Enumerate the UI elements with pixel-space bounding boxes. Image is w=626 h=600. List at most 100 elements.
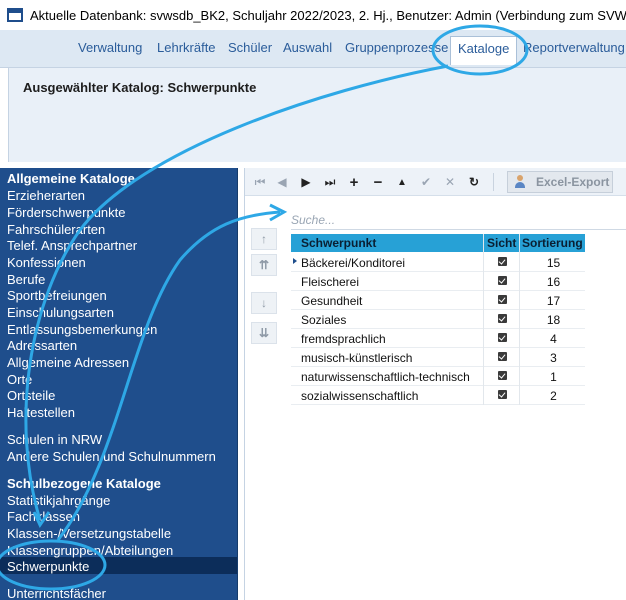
table-row[interactable]: sozialwissenschaftlich 2	[291, 386, 585, 405]
catalog-info-panel: Ausgewählter Katalog: Schwerpunkte	[8, 68, 626, 162]
table-row[interactable]: Bäckerei/Konditorei 15	[291, 253, 585, 272]
column-divider	[483, 234, 484, 405]
main-menu: Verwaltung Lehrkräfte Schüler Auswahl Gr…	[0, 30, 626, 68]
nav-group-schulbezogene-kataloge: Schulbezogene Kataloge	[7, 476, 161, 491]
table-row[interactable]: Soziales 18	[291, 310, 585, 329]
nav-item-orte[interactable]: Orte	[7, 372, 32, 387]
cell-sortierung[interactable]: 1	[522, 370, 585, 384]
table-row[interactable]: Gesundheit 17	[291, 291, 585, 310]
cell-schwerpunkt[interactable]: Fleischerei	[301, 275, 359, 289]
cell-schwerpunkt[interactable]: sozialwissenschaftlich	[301, 389, 418, 403]
excel-export-button[interactable]: Excel-Export	[507, 171, 613, 193]
column-header-schwerpunkt[interactable]: Schwerpunkt	[301, 236, 481, 250]
cell-schwerpunkt[interactable]: Soziales	[301, 313, 346, 327]
nav-item-fahrschuelerarten[interactable]: Fahrschülerarten	[7, 222, 105, 237]
first-icon[interactable]: ⏮	[249, 172, 271, 192]
cell-schwerpunkt[interactable]: Bäckerei/Konditorei	[301, 256, 405, 270]
cell-sortierung[interactable]: 16	[522, 275, 585, 289]
nav-item-schwerpunkte[interactable]: Schwerpunkte	[7, 559, 89, 574]
move-top-button[interactable]: ⇈	[251, 254, 277, 276]
toolbar-separator	[493, 173, 494, 191]
nav-item-klassengruppen-abteilungen[interactable]: Klassengruppen/Abteilungen	[7, 543, 173, 558]
nav-item-allgemeine-adressen[interactable]: Allgemeine Adressen	[7, 355, 129, 370]
checkbox-icon[interactable]	[498, 257, 507, 266]
menu-verwaltung[interactable]: Verwaltung	[78, 40, 142, 55]
add-icon[interactable]: +	[343, 172, 365, 192]
cell-schwerpunkt[interactable]: Gesundheit	[301, 294, 362, 308]
cell-sortierung[interactable]: 17	[522, 294, 585, 308]
last-icon[interactable]: ⏭	[319, 172, 341, 192]
table-row[interactable]: naturwissenschaftlich-technisch 1	[291, 367, 585, 386]
sort-buttons: ↑ ⇈ ↓ ⇊	[249, 226, 285, 600]
nav-item-telef-ansprechpartner[interactable]: Telef. Ansprechpartner	[7, 238, 137, 253]
checkbox-icon[interactable]	[498, 276, 507, 285]
cell-schwerpunkt[interactable]: naturwissenschaftlich-technisch	[301, 370, 470, 384]
app-window: Aktuelle Datenbank: svwsdb_BK2, Schuljah…	[0, 0, 626, 600]
search-input[interactable]: Suche...	[291, 212, 626, 230]
checkbox-icon[interactable]	[498, 352, 507, 361]
nav-item-fachklassen[interactable]: Fachklassen	[7, 509, 80, 524]
user-icon	[514, 175, 526, 189]
table-header: Schwerpunkt Sichtb Sortierung	[291, 234, 585, 252]
table-row[interactable]: Fleischerei 16	[291, 272, 585, 291]
cell-sortierung[interactable]: 2	[522, 389, 585, 403]
menu-schueler[interactable]: Schüler	[228, 40, 272, 55]
remove-icon[interactable]: −	[367, 172, 389, 192]
refresh-icon[interactable]: ↻	[463, 172, 485, 192]
table-row[interactable]: fremdsprachlich 4	[291, 329, 585, 348]
cell-sortierung[interactable]: 15	[522, 256, 585, 270]
catalog-content-pane: ⏮ ◀ ▶ ⏭ + − ▲ ✔ ✕ ↻ Excel-Export Suche..…	[244, 168, 626, 600]
nav-item-konfessionen[interactable]: Konfessionen	[7, 255, 86, 270]
checkbox-icon[interactable]	[498, 314, 507, 323]
move-bottom-button[interactable]: ⇊	[251, 322, 277, 344]
menu-lehrkraefte[interactable]: Lehrkräfte	[157, 40, 216, 55]
cell-schwerpunkt[interactable]: musisch-künstlerisch	[301, 351, 412, 365]
nav-item-foerderschwerpunkte[interactable]: Förderschwerpunkte	[7, 205, 126, 220]
confirm-icon[interactable]: ✔	[415, 172, 437, 192]
checkbox-icon[interactable]	[498, 371, 507, 380]
menu-auswahl[interactable]: Auswahl	[283, 40, 332, 55]
cell-sortierung[interactable]: 18	[522, 313, 585, 327]
checkbox-icon[interactable]	[498, 333, 507, 342]
column-header-sortierung[interactable]: Sortierung	[522, 236, 584, 250]
window-title: Aktuelle Datenbank: svwsdb_BK2, Schuljah…	[30, 7, 626, 23]
cancel-icon[interactable]: ✕	[439, 172, 461, 192]
current-row-marker-icon	[291, 253, 299, 271]
search-placeholder: Suche...	[291, 213, 336, 227]
table-row[interactable]: musisch-künstlerisch 3	[291, 348, 585, 367]
cell-sortierung[interactable]: 3	[522, 351, 585, 365]
excel-export-label: Excel-Export	[536, 175, 610, 189]
nav-item-ortsteile[interactable]: Ortsteile	[7, 388, 55, 403]
column-header-sichtbar[interactable]: Sichtb	[487, 236, 517, 250]
checkbox-icon[interactable]	[498, 390, 507, 399]
menu-gruppenprozesse[interactable]: Gruppenprozesse	[345, 40, 448, 55]
nav-item-einschulungsarten[interactable]: Einschulungsarten	[7, 305, 114, 320]
catalog-navigation: Allgemeine Kataloge Erzieherarten Förder…	[0, 168, 238, 600]
next-icon[interactable]: ▶	[295, 172, 317, 192]
nav-group-allgemeine-kataloge: Allgemeine Kataloge	[7, 171, 135, 186]
nav-item-erzieherarten[interactable]: Erzieherarten	[7, 188, 85, 203]
app-icon	[7, 8, 23, 22]
move-up-button[interactable]: ↑	[251, 228, 277, 250]
selected-catalog-title: Ausgewählter Katalog: Schwerpunkte	[23, 80, 257, 95]
cell-schwerpunkt[interactable]: fremdsprachlich	[301, 332, 386, 346]
nav-item-klassen-versetzungstabelle[interactable]: Klassen-/Versetzungstabelle	[7, 526, 171, 541]
nav-item-unterrichtsfaecher[interactable]: Unterrichtsfächer	[7, 586, 106, 600]
checkbox-icon[interactable]	[498, 295, 507, 304]
menu-reportverwaltung[interactable]: Reportverwaltung	[523, 40, 625, 55]
cell-sortierung[interactable]: 4	[522, 332, 585, 346]
move-up-icon[interactable]: ▲	[391, 172, 413, 192]
nav-item-haltestellen[interactable]: Haltestellen	[7, 405, 75, 420]
nav-item-statistikjahrgaenge[interactable]: Statistikjahrgänge	[7, 493, 110, 508]
move-down-button[interactable]: ↓	[251, 292, 277, 314]
nav-item-schulen-in-nrw[interactable]: Schulen in NRW	[7, 432, 102, 447]
title-bar: Aktuelle Datenbank: svwsdb_BK2, Schuljah…	[0, 0, 626, 30]
prev-icon[interactable]: ◀	[271, 172, 293, 192]
nav-item-berufe[interactable]: Berufe	[7, 272, 45, 287]
nav-item-entlassungsbemerkungen[interactable]: Entlassungsbemerkungen	[7, 322, 157, 337]
nav-item-sportbefreiungen[interactable]: Sportbefreiungen	[7, 288, 107, 303]
nav-item-andere-schulen[interactable]: Andere Schulen und Schulnummern	[7, 449, 216, 464]
menu-kataloge[interactable]: Kataloge	[450, 36, 518, 65]
column-divider	[519, 234, 520, 405]
nav-item-adressarten[interactable]: Adressarten	[7, 338, 77, 353]
